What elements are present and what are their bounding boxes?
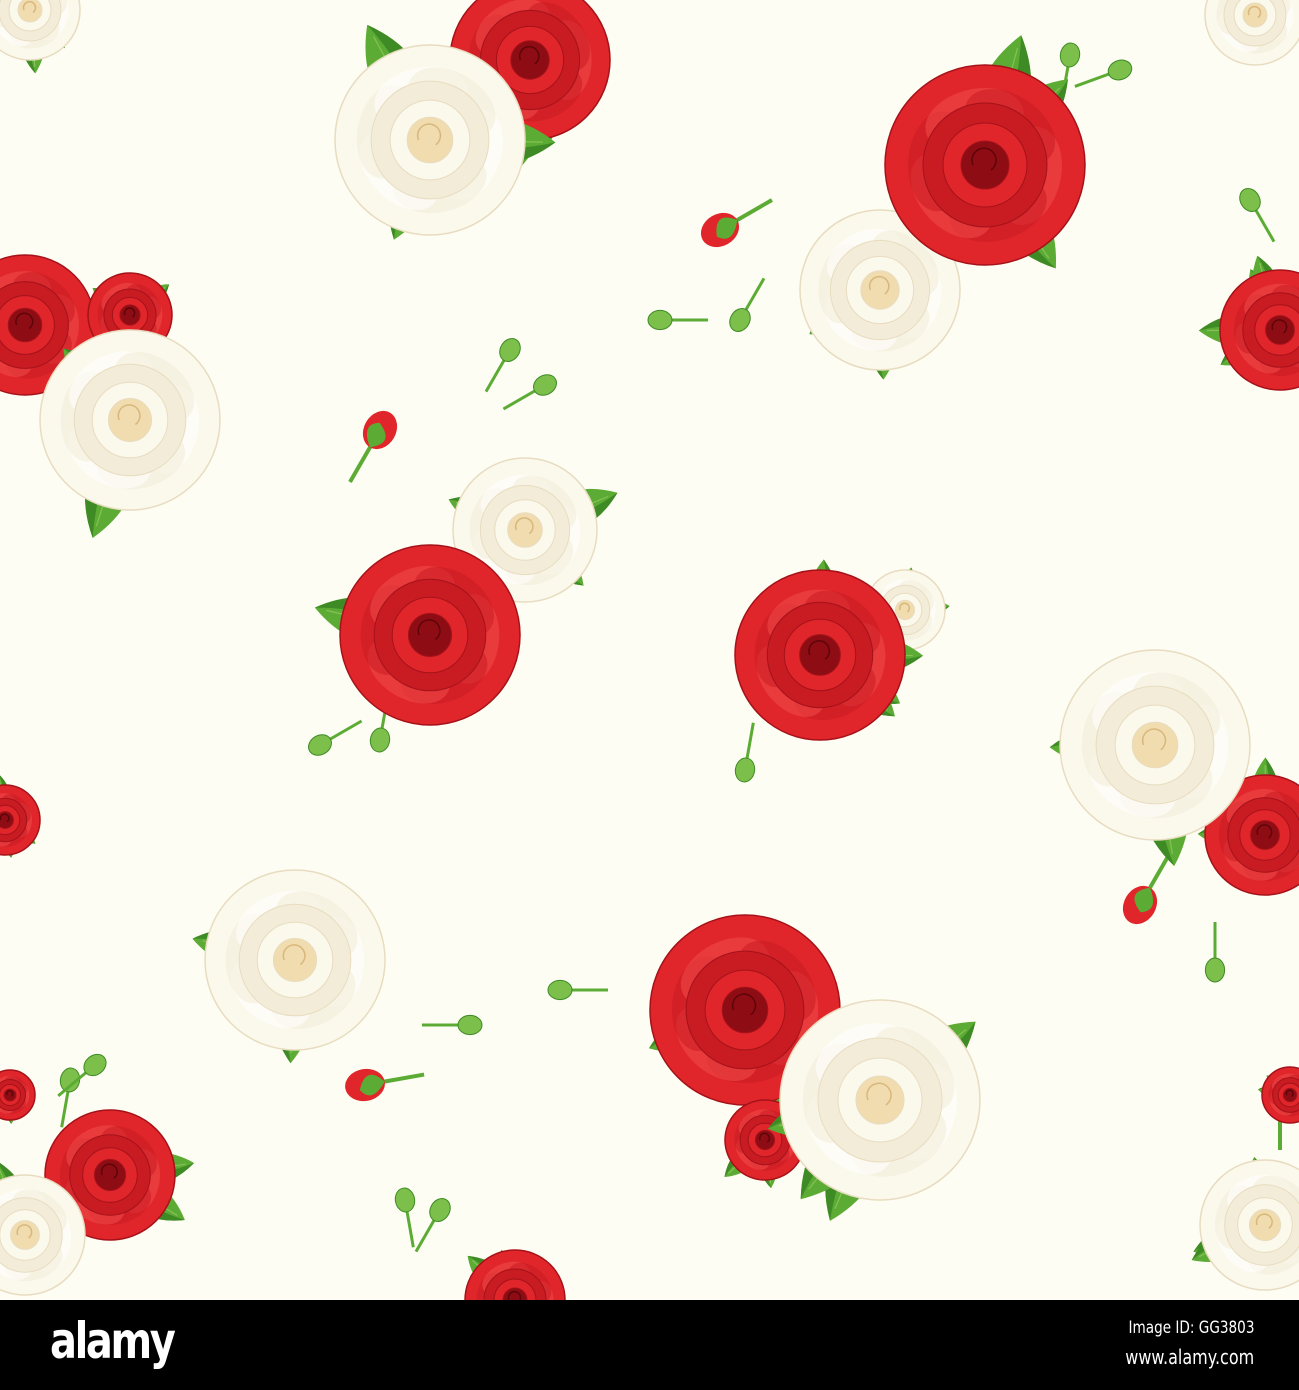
green-bud-icon <box>484 338 521 393</box>
green-bud-icon <box>1074 59 1133 88</box>
rose-bud-icon <box>348 410 398 483</box>
red-rose-icon <box>314 544 521 726</box>
white-rose-icon <box>1191 1156 1299 1291</box>
watermark-bar: alamy Image ID: GG3803 www.alamy.com <box>0 1300 1299 1390</box>
green-bud-icon <box>647 309 708 331</box>
white-rose-icon <box>192 869 386 1064</box>
alamy-logo: alamy <box>50 1312 176 1370</box>
website-url: www.alamy.com <box>1125 1345 1254 1369</box>
rose-pattern-illustration <box>0 0 1299 1300</box>
red-rose-icon <box>0 774 41 858</box>
white-rose-icon <box>39 329 221 538</box>
red-rose-icon <box>464 1249 566 1300</box>
rose-bud-icon <box>345 1068 425 1102</box>
green-bud-icon <box>502 374 557 411</box>
green-bud-icon <box>734 722 756 783</box>
white-rose-icon <box>0 0 81 74</box>
image-id-label: Image ID: GG3803 <box>1128 1318 1254 1338</box>
red-rose-icon <box>1257 1063 1299 1124</box>
green-bud-icon <box>1204 922 1226 983</box>
red-rose-icon <box>0 1069 36 1124</box>
green-bud-icon <box>422 1014 483 1036</box>
rose-bud-icon <box>700 198 773 248</box>
green-bud-icon <box>547 979 608 1001</box>
white-rose-icon <box>1204 0 1299 66</box>
red-rose-icon <box>1198 255 1299 391</box>
green-bud-icon <box>308 719 363 756</box>
green-bud-icon <box>729 277 766 332</box>
green-bud-icon <box>394 1187 416 1248</box>
green-bud-icon <box>1239 188 1276 243</box>
